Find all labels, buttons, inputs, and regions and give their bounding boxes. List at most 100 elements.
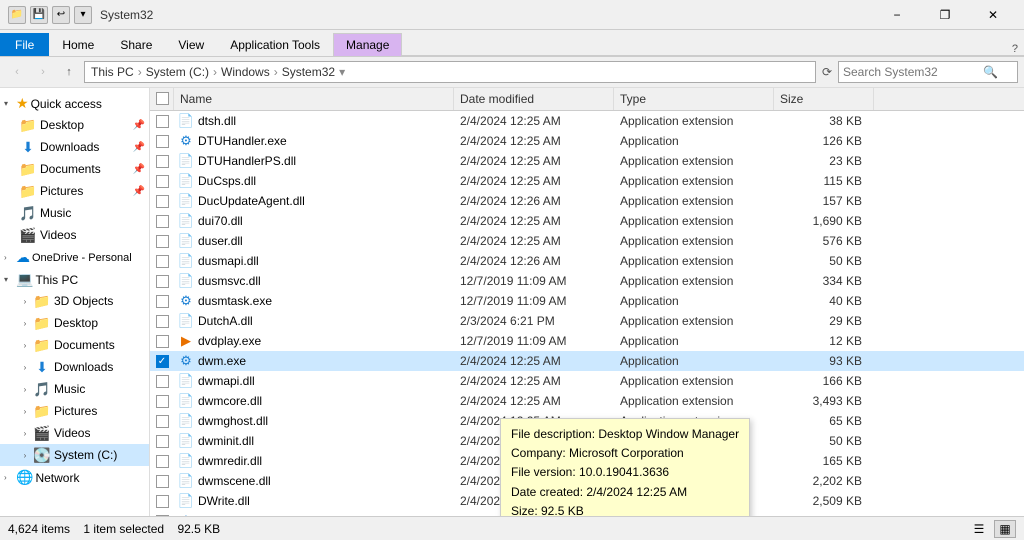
sidebar-quickaccess[interactable]: ▾ ★ Quick access bbox=[0, 92, 149, 114]
tab-manage[interactable]: Manage bbox=[333, 33, 402, 56]
sidebar-item-music-qa[interactable]: 🎵 Music bbox=[0, 202, 149, 224]
sidebar-item-downloads-qa[interactable]: ⬇ Downloads 📌 bbox=[0, 136, 149, 158]
col-size[interactable]: Size bbox=[774, 88, 874, 110]
table-row[interactable]: 📄 dusmsvc.dll 12/7/2019 11:09 AM Applica… bbox=[150, 271, 1024, 291]
row-checkbox[interactable]: ✓ bbox=[156, 355, 169, 368]
table-row[interactable]: 📄 dwmcore.dll 2/4/2024 12:25 AM Applicat… bbox=[150, 391, 1024, 411]
forward-button[interactable]: › bbox=[32, 61, 54, 83]
undo-icon[interactable]: ↩ bbox=[52, 6, 70, 24]
row-checkbox[interactable] bbox=[156, 475, 169, 488]
row-checkbox[interactable] bbox=[156, 295, 169, 308]
file-name: dwmscene.dll bbox=[198, 474, 271, 488]
row-checkbox[interactable] bbox=[156, 375, 169, 388]
table-row[interactable]: 📄 duser.dll 2/4/2024 12:25 AM Applicatio… bbox=[150, 231, 1024, 251]
row-checkbox[interactable] bbox=[156, 195, 169, 208]
date-cell: 2/3/2024 6:21 PM bbox=[454, 314, 614, 328]
tab-share[interactable]: Share bbox=[107, 33, 165, 56]
check-cell bbox=[150, 255, 174, 268]
row-checkbox[interactable] bbox=[156, 135, 169, 148]
row-checkbox[interactable] bbox=[156, 515, 169, 517]
table-row[interactable]: ⚙ DTUHandler.exe 2/4/2024 12:25 AM Appli… bbox=[150, 131, 1024, 151]
tab-apptools[interactable]: Application Tools bbox=[217, 33, 333, 56]
search-box[interactable]: 🔍 bbox=[838, 61, 1018, 83]
row-checkbox[interactable] bbox=[156, 495, 169, 508]
sidebar-item-pictures-pc[interactable]: › 📁 Pictures bbox=[0, 400, 149, 422]
app-icon[interactable]: 📁 bbox=[8, 6, 26, 24]
row-checkbox[interactable] bbox=[156, 435, 169, 448]
table-row[interactable]: ✓ ⚙ dwm.exe 2/4/2024 12:25 AM Applicatio… bbox=[150, 351, 1024, 371]
row-checkbox[interactable] bbox=[156, 175, 169, 188]
path-thispc[interactable]: This PC bbox=[91, 65, 134, 79]
row-checkbox[interactable] bbox=[156, 215, 169, 228]
sidebar-item-videos-qa[interactable]: 🎬 Videos bbox=[0, 224, 149, 246]
row-checkbox[interactable] bbox=[156, 155, 169, 168]
col-type[interactable]: Type bbox=[614, 88, 774, 110]
size-cell: 65 KB bbox=[774, 414, 874, 428]
address-path[interactable]: This PC › System (C:) › Windows › System… bbox=[84, 61, 816, 83]
refresh-button[interactable]: ⟳ bbox=[820, 65, 834, 79]
file-type-icon: 📄 bbox=[178, 413, 194, 429]
path-windows[interactable]: Windows bbox=[221, 65, 270, 79]
table-row[interactable]: 📄 DuCsps.dll 2/4/2024 12:25 AM Applicati… bbox=[150, 171, 1024, 191]
table-row[interactable]: 📄 dtsh.dll 2/4/2024 12:25 AM Application… bbox=[150, 111, 1024, 131]
restore-button[interactable]: ❐ bbox=[922, 0, 968, 30]
sidebar-item-music-pc[interactable]: › 🎵 Music bbox=[0, 378, 149, 400]
row-checkbox[interactable] bbox=[156, 235, 169, 248]
back-button[interactable]: ‹ bbox=[6, 61, 28, 83]
folder-icon: 📁 bbox=[20, 117, 36, 133]
table-row[interactable]: 📄 dui70.dll 2/4/2024 12:25 AM Applicatio… bbox=[150, 211, 1024, 231]
path-system32[interactable]: System32 bbox=[282, 65, 335, 79]
sidebar-item-documents-pc[interactable]: › 📁 Documents bbox=[0, 334, 149, 356]
tab-home[interactable]: Home bbox=[49, 33, 107, 56]
up-button[interactable]: ↑ bbox=[58, 61, 80, 83]
row-checkbox[interactable] bbox=[156, 115, 169, 128]
tab-view[interactable]: View bbox=[165, 33, 217, 56]
date-cell: 2/4/2024 12:25 AM bbox=[454, 214, 614, 228]
file-type-icon: 📄 bbox=[178, 213, 194, 229]
table-row[interactable]: 📄 DucUpdateAgent.dll 2/4/2024 12:26 AM A… bbox=[150, 191, 1024, 211]
table-row[interactable]: 📄 dwmapi.dll 2/4/2024 12:25 AM Applicati… bbox=[150, 371, 1024, 391]
details-view-btn[interactable]: ☰ bbox=[968, 520, 990, 538]
row-checkbox[interactable] bbox=[156, 335, 169, 348]
close-button[interactable]: ✕ bbox=[970, 0, 1016, 30]
sidebar-item-desktop-qa[interactable]: 📁 Desktop 📌 bbox=[0, 114, 149, 136]
sidebar-item-videos-pc[interactable]: › 🎬 Videos bbox=[0, 422, 149, 444]
search-input[interactable] bbox=[843, 65, 983, 79]
header-checkbox[interactable] bbox=[156, 92, 169, 105]
row-checkbox[interactable] bbox=[156, 395, 169, 408]
quick-access-icon[interactable]: 💾 bbox=[30, 6, 48, 24]
col-date[interactable]: Date modified bbox=[454, 88, 614, 110]
sidebar-onedrive[interactable]: › ☁ OneDrive - Personal bbox=[0, 246, 149, 268]
sidebar-item-documents-qa[interactable]: 📁 Documents 📌 bbox=[0, 158, 149, 180]
table-row[interactable]: 📄 DTUHandlerPS.dll 2/4/2024 12:25 AM App… bbox=[150, 151, 1024, 171]
row-checkbox[interactable] bbox=[156, 255, 169, 268]
sidebar-item-downloads-pc[interactable]: › ⬇ Downloads bbox=[0, 356, 149, 378]
row-checkbox[interactable] bbox=[156, 315, 169, 328]
col-name[interactable]: Name bbox=[174, 88, 454, 110]
row-checkbox[interactable] bbox=[156, 415, 169, 428]
sidebar-item-desktop-pc[interactable]: › 📁 Desktop bbox=[0, 312, 149, 334]
list-view-btn[interactable]: ▦ bbox=[994, 520, 1016, 538]
sidebar-item-pictures-qa[interactable]: 📁 Pictures 📌 bbox=[0, 180, 149, 202]
tab-file[interactable]: File bbox=[0, 33, 49, 56]
row-checkbox[interactable] bbox=[156, 455, 169, 468]
path-sysc[interactable]: System (C:) bbox=[146, 65, 209, 79]
sidebar-network[interactable]: › 🌐 Network bbox=[0, 466, 149, 488]
sidebar-thispc[interactable]: ▾ 💻 This PC bbox=[0, 268, 149, 290]
search-icon[interactable]: 🔍 bbox=[983, 65, 998, 79]
more-icon[interactable]: ▾ bbox=[74, 6, 92, 24]
minimize-button[interactable]: − bbox=[874, 0, 920, 30]
table-row[interactable]: ⚙ dusmtask.exe 12/7/2019 11:09 AM Applic… bbox=[150, 291, 1024, 311]
table-row[interactable]: ▶ dvdplay.exe 12/7/2019 11:09 AM Applica… bbox=[150, 331, 1024, 351]
check-cell bbox=[150, 195, 174, 208]
file-type-icon: 📄 bbox=[178, 173, 194, 189]
sidebar-item-3dobjects[interactable]: › 📁 3D Objects bbox=[0, 290, 149, 312]
col-checkbox[interactable] bbox=[150, 88, 174, 110]
help-button[interactable]: ? bbox=[1006, 43, 1024, 56]
docs-arrow: › bbox=[20, 341, 30, 350]
thispc-arrow: ▾ bbox=[4, 275, 14, 284]
sidebar-item-systemc[interactable]: › 💽 System (C:) bbox=[0, 444, 149, 466]
row-checkbox[interactable] bbox=[156, 275, 169, 288]
table-row[interactable]: 📄 DutchA.dll 2/3/2024 6:21 PM Applicatio… bbox=[150, 311, 1024, 331]
table-row[interactable]: 📄 dusmapi.dll 2/4/2024 12:26 AM Applicat… bbox=[150, 251, 1024, 271]
